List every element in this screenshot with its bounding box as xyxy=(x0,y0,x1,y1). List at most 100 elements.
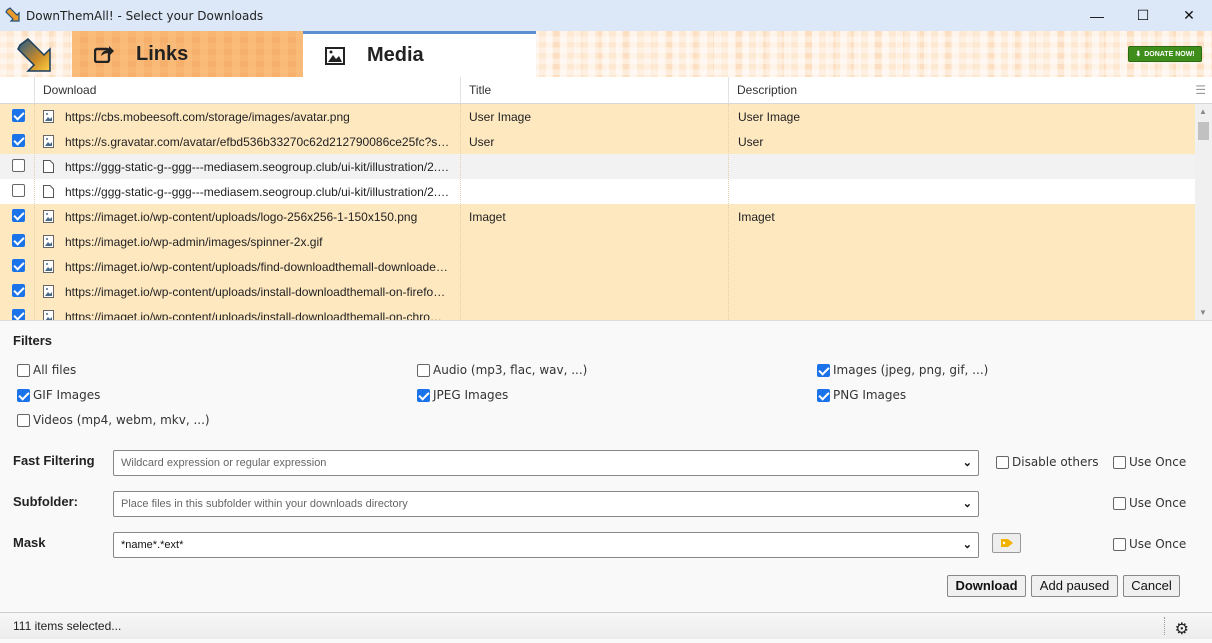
image-file-icon xyxy=(43,135,54,148)
row-checkbox[interactable] xyxy=(12,209,25,222)
download-arrow-icon: ⬇ xyxy=(1135,51,1142,58)
image-file-icon xyxy=(43,310,54,320)
row-title: User Image xyxy=(469,110,532,124)
checkbox[interactable] xyxy=(17,413,30,427)
row-checkbox[interactable] xyxy=(12,259,25,272)
gear-icon[interactable]: ⚙ xyxy=(1175,617,1189,643)
row-checkbox[interactable] xyxy=(12,159,25,172)
column-divider xyxy=(728,104,729,320)
filter-checkbox[interactable]: Videos (mp4, webm, mkv, ...) xyxy=(17,413,210,427)
table-row[interactable]: https://imaget.io/wp-admin/images/spinne… xyxy=(0,229,1195,254)
column-download[interactable]: Download xyxy=(34,77,460,103)
fast-filter-use-once-checkbox[interactable]: Use Once xyxy=(1113,455,1186,469)
window-title: DownThemAll! - Select your Downloads xyxy=(26,8,264,23)
column-divider xyxy=(460,104,461,320)
row-url: https://imaget.io/wp-content/uploads/ins… xyxy=(65,310,442,320)
scroll-thumb[interactable] xyxy=(1198,122,1209,140)
row-checkbox[interactable] xyxy=(12,134,25,147)
filters-title: Filters xyxy=(13,333,53,348)
fast-filtering-input[interactable]: Wildcard expression or regular expressio… xyxy=(113,450,979,476)
tab-media[interactable]: Media xyxy=(303,31,536,77)
disable-others-checkbox[interactable]: Disable others xyxy=(996,455,1099,469)
row-checkbox[interactable] xyxy=(12,234,25,247)
image-file-icon xyxy=(43,260,54,273)
minimize-button[interactable]: — xyxy=(1074,0,1120,31)
filter-label: Audio (mp3, flac, wav, ...) xyxy=(433,363,588,377)
add-paused-button[interactable]: Add paused xyxy=(1031,575,1118,597)
options-panel: Filters All files Audio (mp3, flac, wav, … xyxy=(0,320,1212,612)
row-url: https://imaget.io/wp-content/uploads/ins… xyxy=(65,285,446,299)
row-description: Imaget xyxy=(738,210,775,224)
column-title[interactable]: Title xyxy=(460,77,728,103)
chevron-down-icon[interactable]: ⌄ xyxy=(963,451,972,475)
filter-checkbox[interactable]: Images (jpeg, png, gif, ...) xyxy=(817,363,988,377)
checkbox[interactable] xyxy=(17,388,30,402)
table-row[interactable]: https://s.gravatar.com/avatar/efbd536b33… xyxy=(0,129,1195,154)
mask-tags-button[interactable] xyxy=(992,533,1021,553)
table-row[interactable]: https://imaget.io/wp-content/uploads/log… xyxy=(0,204,1195,229)
row-checkbox[interactable] xyxy=(12,109,25,122)
mask-value: *name*.*ext* xyxy=(121,539,184,551)
subfolder-input[interactable]: Place files in this subfolder within you… xyxy=(113,491,979,517)
filter-checkbox[interactable]: All files xyxy=(17,363,76,377)
image-file-icon xyxy=(43,285,54,298)
download-list: https://cbs.mobeesoft.com/storage/images… xyxy=(0,104,1195,320)
donate-button[interactable]: ⬇ DONATE NOW! xyxy=(1128,46,1202,62)
file-icon xyxy=(43,185,54,198)
image-file-icon xyxy=(43,110,54,123)
row-url: https://ggg-static-g--ggg---mediasem.seo… xyxy=(65,160,450,174)
row-checkbox[interactable] xyxy=(12,309,25,320)
scroll-down-icon[interactable]: ▼ xyxy=(1199,308,1207,317)
image-file-icon xyxy=(43,235,54,248)
cancel-button[interactable]: Cancel xyxy=(1123,575,1180,597)
subfolder-use-once-checkbox[interactable]: Use Once xyxy=(1113,496,1186,510)
scroll-up-icon[interactable]: ▲ xyxy=(1199,107,1207,116)
file-icon xyxy=(43,160,54,173)
table-row[interactable]: https://imaget.io/wp-content/uploads/ins… xyxy=(0,279,1195,304)
title-bar: DownThemAll! - Select your Downloads — ☐… xyxy=(0,0,1212,31)
mask-label: Mask xyxy=(13,535,46,550)
row-checkbox[interactable] xyxy=(12,284,25,297)
checkbox[interactable] xyxy=(817,363,830,377)
filter-checkbox[interactable]: Audio (mp3, flac, wav, ...) xyxy=(417,363,587,377)
status-text: 111 items selected... xyxy=(13,619,122,633)
list-scrollbar[interactable]: ▲ ▼ xyxy=(1195,104,1212,320)
status-bar: 111 items selected... ⚙ xyxy=(0,612,1212,639)
table-row[interactable]: https://cbs.mobeesoft.com/storage/images… xyxy=(0,104,1195,129)
subfolder-placeholder: Place files in this subfolder within you… xyxy=(121,498,408,510)
close-button[interactable]: ✕ xyxy=(1166,0,1212,31)
table-row[interactable]: https://ggg-static-g--ggg---mediasem.seo… xyxy=(0,154,1195,179)
chevron-down-icon[interactable]: ⌄ xyxy=(963,533,972,557)
chevron-down-icon[interactable]: ⌄ xyxy=(963,492,972,516)
tab-links[interactable]: Links xyxy=(72,31,303,77)
filter-label: Videos (mp4, webm, mkv, ...) xyxy=(33,413,210,427)
status-divider xyxy=(1164,617,1165,635)
maximize-button[interactable]: ☐ xyxy=(1120,0,1166,31)
checkbox[interactable] xyxy=(17,363,30,377)
checkbox[interactable] xyxy=(817,388,830,402)
checkbox[interactable] xyxy=(417,363,430,377)
share-icon xyxy=(94,46,114,63)
table-header: Download Title Description ☰ xyxy=(0,77,1212,104)
table-row[interactable]: https://imaget.io/wp-content/uploads/ins… xyxy=(0,304,1195,320)
column-description[interactable]: Description xyxy=(728,77,1195,103)
filter-checkbox[interactable]: PNG Images xyxy=(817,388,906,402)
fast-filtering-label: Fast Filtering xyxy=(13,453,95,468)
table-row[interactable]: https://ggg-static-g--ggg---mediasem.seo… xyxy=(0,179,1195,204)
row-url: https://imaget.io/wp-content/uploads/fin… xyxy=(65,260,448,274)
download-button[interactable]: Download xyxy=(947,575,1026,597)
row-checkbox[interactable] xyxy=(12,184,25,197)
row-description: User Image xyxy=(738,110,801,124)
mask-input[interactable]: *name*.*ext* ⌄ xyxy=(113,532,979,558)
tag-icon xyxy=(1000,539,1013,547)
table-row[interactable]: https://imaget.io/wp-content/uploads/fin… xyxy=(0,254,1195,279)
filter-label: All files xyxy=(33,363,77,377)
filter-checkbox[interactable]: JPEG Images xyxy=(417,388,508,402)
filter-label: JPEG Images xyxy=(433,388,509,402)
checkbox[interactable] xyxy=(417,388,430,402)
column-menu-icon[interactable]: ☰ xyxy=(1195,83,1206,97)
image-icon xyxy=(325,46,345,65)
mask-use-once-checkbox[interactable]: Use Once xyxy=(1113,537,1186,551)
filter-checkbox[interactable]: GIF Images xyxy=(17,388,100,402)
column-divider xyxy=(34,104,35,320)
